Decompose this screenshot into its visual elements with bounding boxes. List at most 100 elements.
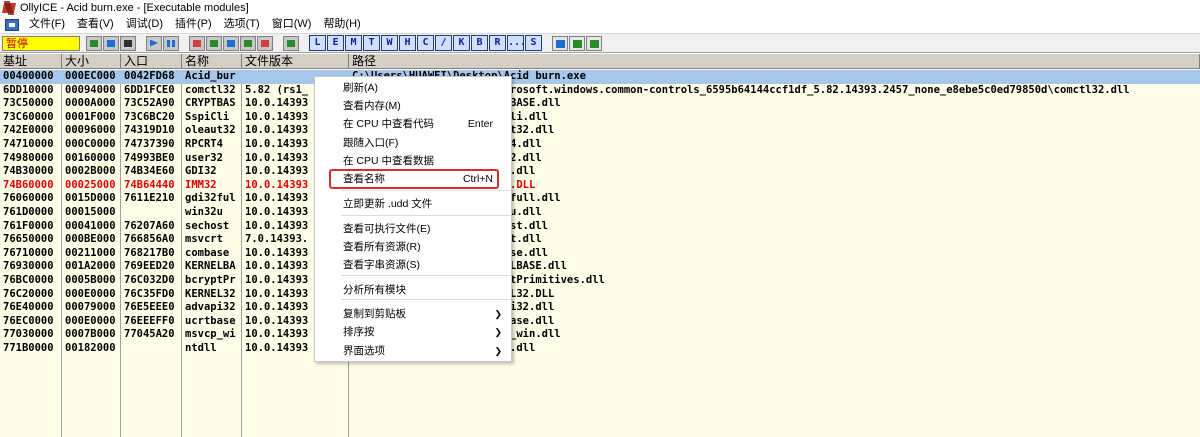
modules-table: 基址 大小 入口 名称 文件版本 路径 00400000 000EC000 0042…: [0, 54, 1200, 437]
cell-entry: 73C6BC20: [124, 110, 175, 123]
cell-base: 73C50000: [3, 97, 54, 110]
menu-debug[interactable]: 调试(D): [120, 16, 169, 33]
menu-help[interactable]: 帮助(H): [317, 16, 366, 33]
menu-item-view-executable[interactable]: 查看可执行文件(E): [315, 220, 511, 238]
help-icon[interactable]: [586, 35, 602, 51]
menu-item-view-string-resources[interactable]: 查看字串资源(S): [315, 256, 511, 274]
module-window-icon[interactable]: [5, 18, 19, 31]
run-trace-button[interactable]: ...: [507, 35, 526, 51]
cell-size: 000C0000: [65, 138, 116, 150]
memory-window-button[interactable]: M: [345, 35, 362, 51]
cell-name: KERNEL32: [185, 287, 236, 300]
go-to-icon[interactable]: [283, 35, 299, 51]
menu-plugins[interactable]: 插件(P): [169, 16, 218, 33]
cpu-button[interactable]: C: [417, 35, 434, 51]
column-size[interactable]: 大小: [62, 54, 121, 69]
source-button[interactable]: S: [525, 35, 542, 51]
column-path[interactable]: 路径: [349, 54, 1200, 69]
run-icon[interactable]: [146, 35, 162, 51]
table-row[interactable]: 76060000 0015D000 7611E210 gdi32ful 10.0.143…: [0, 192, 1200, 206]
table-row[interactable]: 74980000 00160000 74993BE0 user32 10.0.14393…: [0, 152, 1200, 166]
log-window-button[interactable]: L: [309, 35, 326, 51]
table-row[interactable]: 771B000000182000ntdll10.0.14393C:\Window…: [0, 342, 1200, 356]
trace-over-icon[interactable]: [240, 35, 256, 51]
open-icon[interactable]: [86, 35, 102, 51]
status-paused-indicator: 暂停: [2, 35, 80, 51]
restart-icon[interactable]: [103, 35, 119, 51]
call-stack-button[interactable]: K: [453, 35, 470, 51]
menu-item-appearance[interactable]: 界面选项 ❯: [315, 342, 511, 360]
context-menu: 刷新(A) 查看内存(M) 在 CPU 中查看代码 Enter 跟随入口(F) 在 CPU…: [314, 76, 512, 362]
cell-size: 00094000: [65, 83, 116, 96]
cell-size: 0015D000: [65, 192, 116, 205]
cell-base: 771B0000: [3, 342, 54, 354]
windows-button[interactable]: W: [381, 35, 398, 51]
cell-size: 000E0000: [65, 287, 116, 300]
breakpoints-button[interactable]: B: [471, 35, 488, 51]
column-entry[interactable]: 入口: [121, 54, 182, 69]
menu-item-view-all-resources[interactable]: 查看所有资源(R): [315, 238, 511, 256]
cell-base: 742E0000: [3, 124, 54, 137]
menu-file[interactable]: 文件(F): [23, 16, 71, 33]
cell-base: 6DD10000: [3, 83, 54, 96]
column-base[interactable]: 基址: [0, 54, 62, 69]
menu-separator: [341, 299, 511, 300]
menu-item-follow-entry[interactable]: 跟随入口(F): [315, 134, 511, 152]
table-row[interactable]: 761D000000015000win32u10.0.14393C:\Windo…: [0, 206, 1200, 220]
table-row[interactable]: 6DD10000 00094000 6DD1FCE0 comctl32 5.82 (rs…: [0, 84, 1200, 98]
close-icon[interactable]: [120, 35, 136, 51]
table-row[interactable]: 76710000 00211000 768217B0 combase 10.0.1439…: [0, 247, 1200, 261]
table-row[interactable]: 76930000 001A2000 769EED20 KERNELBA 10.0.143…: [0, 260, 1200, 274]
table-row[interactable]: 76BC0000 0005B000 76C032D0 bcryptPr 10.0.143…: [0, 274, 1200, 288]
menu-item-view-data-in-cpu[interactable]: 在 CPU 中查看数据: [315, 152, 511, 170]
cell-size: 00025000: [65, 178, 116, 191]
table-row[interactable]: 761F0000 00041000 76207A60 sechost 10.0.1439…: [0, 220, 1200, 234]
table-row[interactable]: 00400000000EC0000042FD68Acid_burC:\Users…: [0, 70, 1200, 84]
menu-options[interactable]: 选项(T): [218, 16, 266, 33]
menu-item-analyze-all-modules[interactable]: 分析所有模块: [315, 281, 511, 299]
table-row[interactable]: 77030000 0007B000 77045A20 msvcp_wi 10.0.143…: [0, 328, 1200, 342]
table-row[interactable]: 74710000 000C0000 74737390 RPCRT4 10.0.14393…: [0, 138, 1200, 152]
table-row[interactable]: 76EC0000 000E0000 76EEEFF0 ucrtbase 10.0.143…: [0, 315, 1200, 329]
trace-into-icon[interactable]: [223, 35, 239, 51]
table-row[interactable]: 73C60000 0001F000 73C6BC20 SspiCli 10.0.1439…: [0, 111, 1200, 125]
step-over-icon[interactable]: [206, 35, 222, 51]
table-row[interactable]: 74B300000002B00074B34E60GDI3210.0.14393C…: [0, 165, 1200, 179]
menu-item-label: 查看所有资源(R): [343, 241, 421, 253]
table-row[interactable]: 74B600000002500074B64440IMM3210.0.14393C…: [0, 179, 1200, 193]
step-into-icon[interactable]: [189, 35, 205, 51]
patches-button[interactable]: /: [435, 35, 452, 51]
column-file-version[interactable]: 文件版本: [242, 54, 349, 69]
cell-entry: 74319D10: [124, 124, 175, 137]
table-row[interactable]: 73C50000 0000A000 73C52A90 CRYPTBAS 10.0.143…: [0, 97, 1200, 111]
column-name[interactable]: 名称: [182, 54, 242, 69]
menu-item-view-memory[interactable]: 查看内存(M): [315, 97, 511, 115]
menu-item-update-udd-file[interactable]: 立即更新 .udd 文件: [315, 195, 511, 213]
options-icon[interactable]: [552, 35, 568, 51]
window-title: OllyICE - Acid burn.exe - [Executable mo…: [20, 2, 249, 14]
table-row[interactable]: 742E0000 00096000 74319D10 oleaut32 10.0.143…: [0, 124, 1200, 138]
modules-window-button[interactable]: E: [327, 35, 344, 51]
cell-name: GDI32: [185, 165, 217, 178]
menu-item-view-code-in-cpu[interactable]: 在 CPU 中查看代码 Enter: [315, 115, 511, 133]
menu-separator: [341, 190, 511, 191]
appearance-icon[interactable]: [569, 35, 585, 51]
menu-item-label: 排序按: [343, 326, 375, 338]
menu-item-sort-by[interactable]: 排序按 ❯: [315, 323, 511, 341]
menu-window[interactable]: 窗口(W): [266, 16, 318, 33]
execute-till-return-icon[interactable]: [257, 35, 273, 51]
cell-entry: 76207A60: [124, 219, 175, 232]
references-button[interactable]: R: [489, 35, 506, 51]
menu-item-copy-to-clipboard[interactable]: 复制到剪贴板 ❯: [315, 305, 511, 323]
menu-item-label: 在 CPU 中查看数据: [343, 155, 435, 167]
table-row[interactable]: 76E40000 00079000 76E5EEE0 advapi32 10.0.143…: [0, 301, 1200, 315]
pause-icon[interactable]: [163, 35, 179, 51]
threads-window-button[interactable]: T: [363, 35, 380, 51]
table-row[interactable]: 76C20000 000E0000 76C35FD0 KERNEL32 10.0.143…: [0, 288, 1200, 302]
table-row[interactable]: 76650000 000BE000 766856A0 msvcrt 7.0.14393.…: [0, 233, 1200, 247]
menu-bar: 文件(F) 查看(V) 调试(D) 插件(P) 选项(T) 窗口(W) 帮助(H…: [0, 16, 1200, 33]
handles-button[interactable]: H: [399, 35, 416, 51]
menu-item-refresh[interactable]: 刷新(A): [315, 79, 511, 97]
menu-view[interactable]: 查看(V): [71, 16, 120, 33]
cell-base: 761F0000: [3, 219, 54, 232]
